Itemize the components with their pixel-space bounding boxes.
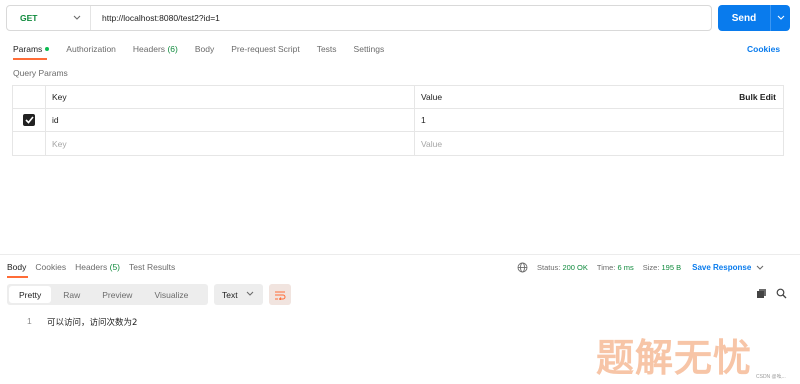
format-visualize[interactable]: Visualize [144, 286, 198, 303]
response-tab-test-results[interactable]: Test Results [129, 262, 175, 272]
params-indicator-dot [45, 47, 50, 51]
table-header-row: Key Value Bulk Edit [13, 86, 783, 109]
format-switcher: Pretty Raw Preview Visualize [7, 284, 208, 305]
search-icon[interactable] [776, 288, 787, 299]
column-header-value: Value Bulk Edit [415, 86, 783, 108]
send-button-group: Send [718, 5, 790, 31]
tab-body[interactable]: Body [195, 44, 214, 54]
url-input[interactable]: http://localhost:8080/test2?id=1 [91, 13, 220, 23]
check-icon [24, 116, 34, 124]
tab-authorization[interactable]: Authorization [66, 44, 116, 54]
chevron-down-icon [756, 265, 764, 270]
response-tab-headers[interactable]: Headers (5) [75, 262, 120, 272]
watermark-text: 题解无忧 [596, 336, 753, 380]
pane-divider[interactable] [0, 254, 800, 255]
format-pretty[interactable]: Pretty [9, 286, 52, 303]
response-meta: Status: 200 OK Time: 6 ms Size: 195 B Sa… [517, 262, 764, 273]
query-params-table: Key Value Bulk Edit id 1 Key Value [12, 85, 784, 156]
watermark-source: CSDN @吆... [756, 374, 786, 380]
language-select[interactable]: Text [214, 284, 263, 305]
send-options-button[interactable] [770, 5, 790, 31]
wrap-lines-button[interactable] [269, 284, 291, 305]
query-params-title: Query Params [13, 68, 68, 78]
response-body-text: 可以访问，访问次数为2 [47, 318, 138, 328]
column-header-key: Key [46, 86, 415, 108]
tab-settings[interactable]: Settings [354, 44, 385, 54]
response-tabs: Body Cookies Headers (5) Test Results [7, 262, 184, 272]
language-label: Text [222, 289, 238, 300]
send-button[interactable]: Send [718, 5, 770, 31]
response-tools [756, 288, 787, 299]
param-value-field[interactable]: 1 [415, 109, 783, 131]
active-tab-indicator [13, 58, 47, 60]
status-value: 200 OK [562, 263, 588, 272]
table-row: id 1 [13, 109, 783, 132]
response-tab-headers-label: Headers [75, 262, 108, 272]
column-header-value-label: Value [421, 92, 443, 102]
param-checkbox[interactable] [23, 114, 35, 126]
bulk-edit-button[interactable]: Bulk Edit [739, 92, 776, 102]
new-value-field[interactable]: Value [415, 132, 783, 155]
tab-tests[interactable]: Tests [317, 44, 337, 54]
tab-prerequest-script[interactable]: Pre-request Script [231, 44, 300, 54]
chevron-down-icon [777, 15, 784, 20]
status-label: Status: [537, 263, 561, 272]
wrap-lines-icon [275, 291, 286, 300]
chevron-down-icon [73, 15, 81, 20]
method-label: GET [20, 13, 38, 23]
response-tab-cookies[interactable]: Cookies [35, 262, 66, 272]
headers-count: (6) [167, 44, 178, 54]
format-preview[interactable]: Preview [92, 286, 142, 303]
tab-headers[interactable]: Headers (6) [133, 44, 178, 54]
request-bar: GET http://localhost:8080/test2?id=1 [6, 5, 712, 31]
size-info: Size: 195 B [643, 263, 681, 272]
new-key-field[interactable]: Key [46, 132, 415, 155]
chevron-down-icon [246, 291, 254, 296]
time-label: Time: [596, 263, 616, 272]
tab-headers-label: Headers [132, 44, 166, 54]
cookies-link[interactable]: Cookies [747, 44, 780, 54]
copy-icon[interactable] [756, 288, 767, 299]
globe-icon[interactable] [517, 262, 528, 273]
row-check-cell [13, 109, 46, 131]
tab-params-label: Params [13, 44, 43, 54]
save-response-label: Save Response [692, 263, 752, 272]
time-info: Time: 6 ms [597, 263, 634, 272]
status-info: Status: 200 OK [537, 263, 588, 272]
size-label: Size: [642, 263, 660, 272]
request-tabs: Params Authorization Headers (6) Body Pr… [13, 44, 401, 54]
line-number: 1 [27, 316, 32, 326]
response-tab-body[interactable]: Body [7, 262, 26, 272]
response-headers-count: (5) [109, 262, 120, 272]
method-select[interactable]: GET [7, 6, 91, 30]
header-check-cell [13, 86, 46, 108]
row-check-cell [13, 132, 46, 155]
format-raw[interactable]: Raw [53, 286, 90, 303]
save-response-button[interactable]: Save Response [692, 263, 764, 272]
param-key-field[interactable]: id [46, 109, 415, 131]
active-response-tab-indicator [7, 276, 28, 278]
size-value: 195 B [661, 263, 682, 272]
tab-params[interactable]: Params [13, 44, 50, 54]
time-value: 6 ms [617, 263, 634, 272]
table-row-empty: Key Value [13, 132, 783, 155]
